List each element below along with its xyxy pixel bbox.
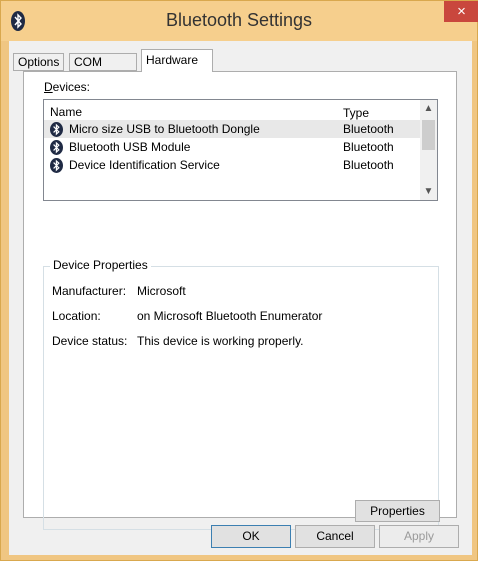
devices-list-header: Name Type [44,100,437,120]
tab-com-ports[interactable]: COM Ports [69,53,137,85]
location-label: Location: [52,309,101,323]
bluetooth-icon [50,140,63,155]
device-type: Bluetooth [343,122,394,136]
devices-scrollbar[interactable]: ▲ ▼ [420,100,437,200]
device-type: Bluetooth [343,158,394,172]
scroll-thumb[interactable] [422,120,435,150]
tab-options[interactable]: Options [13,53,64,71]
scroll-down-arrow-icon[interactable]: ▼ [420,183,437,200]
location-value: on Microsoft Bluetooth Enumerator [137,309,323,323]
scroll-up-arrow-icon[interactable]: ▲ [420,100,437,117]
column-header-type[interactable]: Type [343,106,369,120]
bluetooth-icon [50,122,63,137]
devices-list[interactable]: Name Type Micro size USB to Bluetooth Do… [43,99,438,201]
tab-hardware[interactable]: Hardware [141,49,213,72]
dialog-client-area: Options COM Ports Hardware Devices: Name… [9,41,472,555]
device-name: Micro size USB to Bluetooth Dongle [69,122,260,136]
device-properties-title: Device Properties [50,258,151,272]
bluetooth-settings-window: Bluetooth Settings × Options COM Ports H… [0,0,478,561]
close-button[interactable]: × [444,1,478,22]
devices-label: Devices: [44,80,91,94]
manufacturer-value: Microsoft [137,284,186,298]
column-header-name[interactable]: Name [50,105,82,119]
bluetooth-icon [50,158,63,173]
title-bar[interactable]: Bluetooth Settings × [1,1,478,41]
hardware-panel: Devices: Name Type Micro size USB to Blu… [23,71,457,530]
device-type: Bluetooth [343,140,394,154]
device-row[interactable]: Device Identification Service Bluetooth [44,156,432,174]
manufacturer-label: Manufacturer: [52,284,127,298]
device-status-label: Device status: [52,334,128,348]
window-title: Bluetooth Settings [165,10,313,30]
cancel-button[interactable]: Cancel [295,525,375,548]
device-row[interactable]: Bluetooth USB Module Bluetooth [44,138,432,156]
apply-button[interactable]: Apply [379,525,459,548]
properties-button[interactable]: Properties [355,500,440,522]
device-properties-group: Device Properties Manufacturer: Microsof… [43,258,440,530]
device-name: Device Identification Service [69,158,220,172]
device-name: Bluetooth USB Module [69,140,191,154]
device-row[interactable]: Micro size USB to Bluetooth Dongle Bluet… [44,120,432,138]
device-status-value: This device is working properly. [137,334,304,348]
ok-button[interactable]: OK [211,525,291,548]
